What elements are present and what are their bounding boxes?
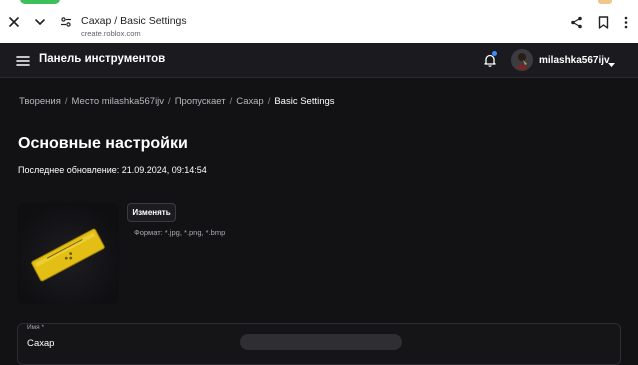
chevron-down-icon[interactable] [31, 13, 49, 31]
notification-dot [492, 51, 497, 56]
change-image-button[interactable]: Изменять [127, 203, 176, 222]
corner-badge [598, 0, 612, 4]
name-field[interactable]: Имя * Сахар [17, 323, 621, 365]
breadcrumb-item-pass[interactable]: Сахар [236, 96, 263, 107]
status-pill [20, 0, 60, 4]
username[interactable]: milashka567ijv [539, 55, 610, 66]
breadcrumb: Творения / Место milashka567ijv / Пропускает… [19, 96, 335, 107]
breadcrumb-item-passes[interactable]: Пропускает [175, 96, 226, 107]
menu-icon[interactable] [16, 54, 30, 66]
bookmark-icon[interactable] [594, 13, 612, 31]
avatar[interactable] [511, 49, 533, 71]
site-settings-icon[interactable] [57, 13, 75, 31]
last-updated-text: Последнее обновление: 21.09.2024, 09:14:… [18, 165, 207, 175]
breadcrumb-separator: / [168, 96, 171, 107]
more-vert-icon[interactable] [617, 13, 635, 31]
breadcrumb-separator: / [64, 96, 68, 107]
name-field-label: Имя * [27, 324, 44, 331]
user-menu-chevron-icon[interactable] [607, 56, 616, 67]
breadcrumb-current: Basic Settings [274, 96, 335, 107]
dashboard-title[interactable]: Панель инструментов [39, 53, 165, 65]
breadcrumb-separator: / [229, 96, 233, 107]
format-hint: Формат: *.jpg, *.png, *.bmp [134, 228, 226, 237]
pass-thumbnail [17, 203, 119, 304]
url-text[interactable]: create.roblox.com [81, 29, 141, 38]
loading-placeholder-bar [240, 334, 402, 350]
breadcrumb-item-creations[interactable]: Творения [19, 96, 61, 107]
breadcrumb-separator: / [267, 96, 271, 107]
app-header: Панель инструментов milashka567ijv [0, 43, 638, 78]
close-icon[interactable] [5, 13, 23, 31]
page-title: Основные настройки [18, 135, 188, 152]
share-icon[interactable] [567, 13, 585, 31]
tab-title: Сахар / Basic Settings [81, 15, 187, 27]
browser-toolbar: Сахар / Basic Settings create.roblox.com [0, 0, 638, 43]
name-field-value[interactable]: Сахар [27, 338, 227, 349]
breadcrumb-item-place[interactable]: Место milashka567ijv [72, 96, 165, 107]
